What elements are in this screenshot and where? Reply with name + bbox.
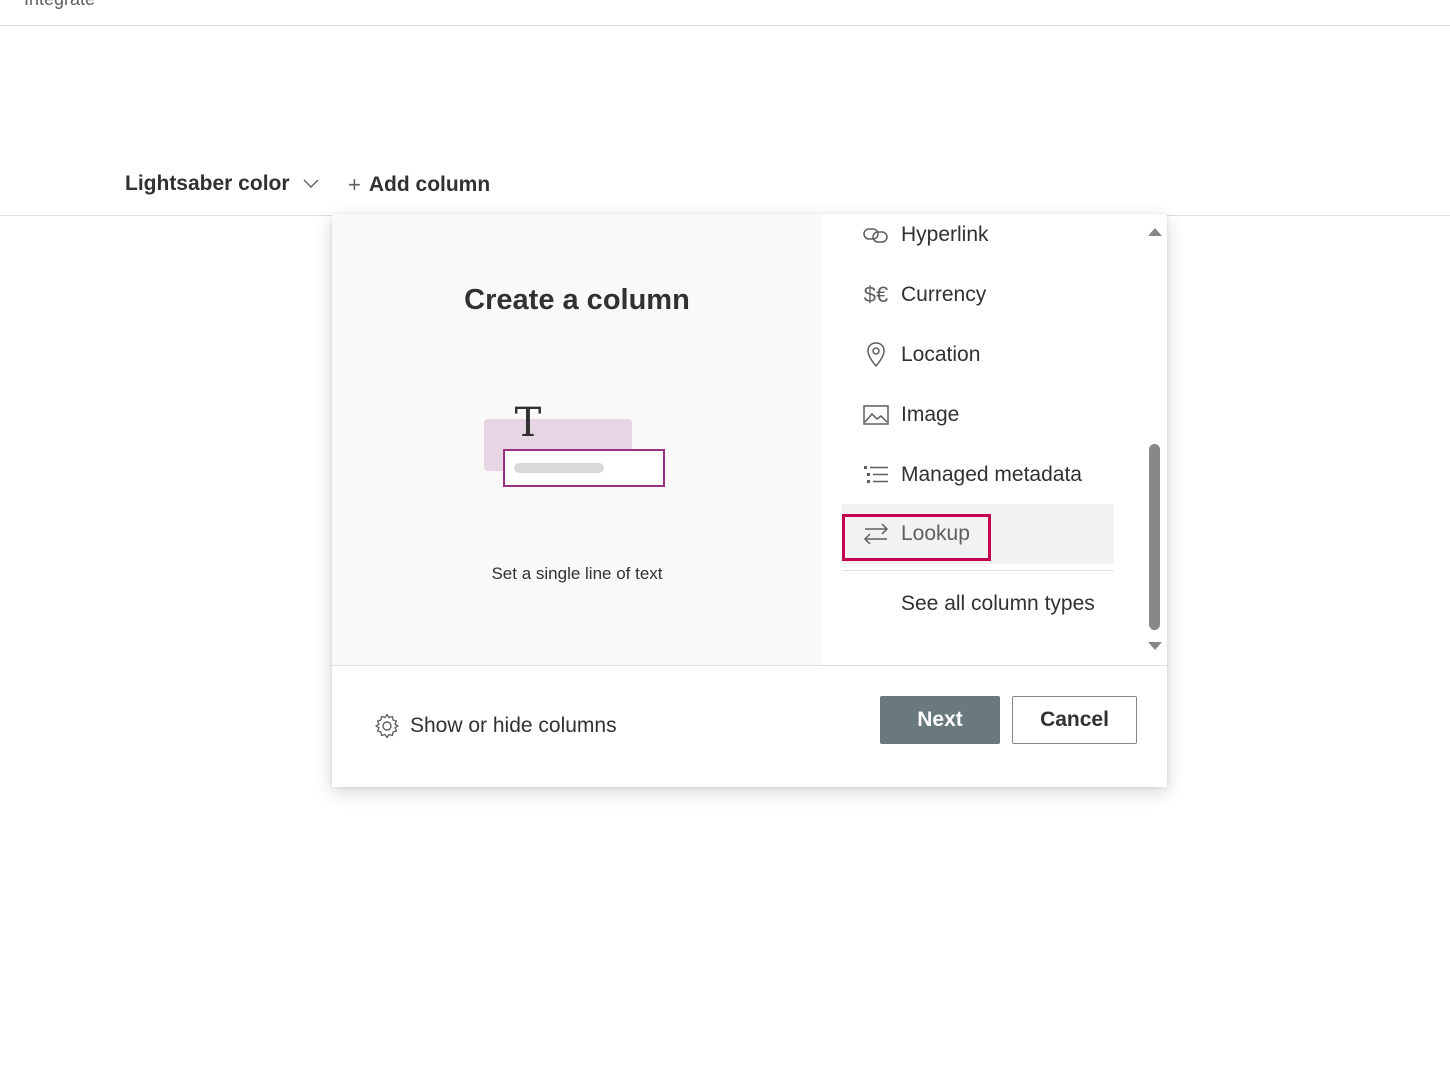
cancel-button[interactable]: Cancel: [1012, 696, 1137, 744]
add-column-button[interactable]: + Add column: [348, 172, 490, 198]
single-line-text-illustration: T: [484, 400, 665, 487]
text-cursor-glyph: T: [515, 400, 542, 446]
gear-icon: [375, 713, 399, 739]
column-type-label: Location: [901, 343, 981, 366]
add-column-label: Add column: [368, 173, 491, 196]
column-preview-pane: Create a column T Set a single line of t…: [332, 214, 822, 665]
see-all-column-types-link[interactable]: See all column types: [901, 592, 1095, 616]
column-type-label: Managed metadata: [901, 463, 1082, 486]
panel-footer: Show or hide columns Next Cancel: [332, 665, 1167, 787]
plus-icon: +: [348, 172, 361, 197]
column-type-lookup[interactable]: Lookup: [842, 504, 1114, 564]
lookup-arrows-icon: [862, 520, 890, 548]
currency-icon: $€: [863, 282, 889, 307]
image-icon: [862, 401, 890, 429]
column-header-lightsaber-color[interactable]: Lightsaber color: [125, 172, 320, 196]
scroll-down-arrow-icon[interactable]: [1148, 642, 1162, 650]
panel-title: Create a column: [464, 284, 690, 316]
column-type-label: Hyperlink: [901, 223, 989, 246]
chevron-down-icon: [303, 179, 319, 188]
scroll-thumb[interactable]: [1149, 444, 1160, 630]
panel-description: Set a single line of text: [491, 564, 663, 583]
column-type-scrollbar[interactable]: [1146, 222, 1162, 658]
location-pin-icon: [862, 341, 890, 369]
column-type-label: Lookup: [901, 522, 970, 545]
column-type-managed-metadata[interactable]: Managed metadata: [842, 449, 1114, 501]
top-bar: Integrate: [0, 0, 1450, 26]
column-type-label: Currency: [901, 283, 987, 306]
column-type-location[interactable]: Location: [842, 329, 1114, 381]
scroll-up-arrow-icon[interactable]: [1148, 228, 1162, 236]
link-icon: [862, 221, 890, 249]
show-hide-columns-label: Show or hide columns: [410, 714, 617, 737]
create-column-panel: Create a column T Set a single line of t…: [332, 214, 1167, 787]
column-type-label: Image: [901, 403, 960, 426]
column-type-image[interactable]: Image: [842, 389, 1114, 441]
column-header-label: Lightsaber color: [125, 172, 290, 195]
show-hide-columns-button[interactable]: Show or hide columns: [374, 713, 617, 739]
list-divider: [842, 570, 1114, 571]
column-header-row: Lightsaber color + Add column: [0, 160, 1450, 216]
next-button[interactable]: Next: [880, 696, 1000, 744]
top-bar-text: Integrate: [24, 0, 95, 10]
column-type-currency[interactable]: $€ Currency: [842, 269, 1114, 321]
managed-metadata-icon: [862, 461, 890, 489]
column-type-hyperlink[interactable]: Hyperlink: [842, 214, 1114, 261]
